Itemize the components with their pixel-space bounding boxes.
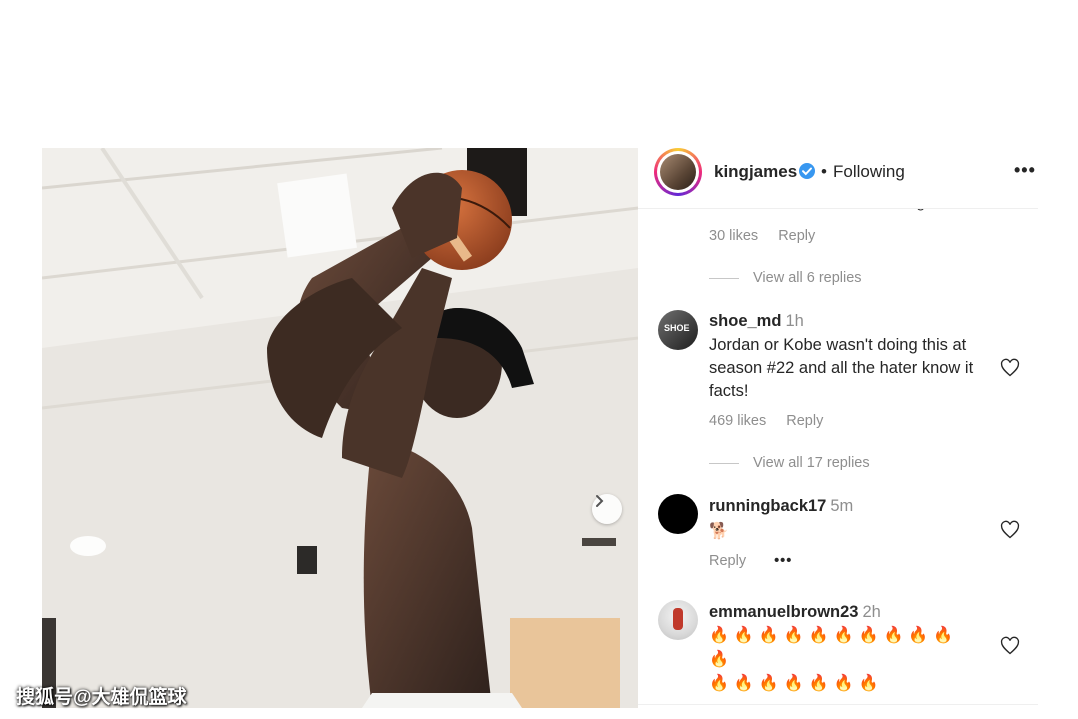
comment-username[interactable]: shoe_md 1h [709,312,804,331]
comment-text: Jordan or Kobe wasn't doing this at seas… [709,336,974,400]
comment-time: 2h [862,603,881,621]
comment-options-icon[interactable]: ••• [774,553,792,569]
reply-button[interactable]: Reply [709,553,746,569]
like-heart-icon[interactable] [1000,636,1020,656]
post-image [42,148,638,708]
post-photo-illustration [42,148,638,708]
comment-username[interactable]: emmanuelbrown23 2h [709,603,881,622]
post-header: kingjames • Following ••• [638,148,1038,209]
comment-meta: 30 likes Reply [709,228,815,244]
reply-button[interactable]: Reply [786,413,823,429]
header-separator: • [821,162,827,181]
avatar[interactable]: SHOE [658,310,698,350]
replies-divider [709,277,739,279]
comments-panel: kingjames • Following ••• Derek Fisher i… [638,148,1038,719]
comment-username[interactable]: runningback17 5m [709,497,853,516]
profile-avatar[interactable] [654,148,702,196]
header-username[interactable]: kingjames [714,162,797,182]
verified-badge-icon [799,163,815,179]
following-button[interactable]: Following [833,162,905,182]
comment-text-line: 🔥🔥🔥🔥🔥🔥🔥🔥🔥🔥🔥 [709,627,959,668]
like-count[interactable]: 30 likes [709,228,758,244]
like-heart-icon[interactable] [1000,358,1020,378]
replies-divider [709,462,739,464]
watermark: 搜狐号@大雄侃篮球 [16,687,187,708]
comment-text: 🐕 [709,523,729,540]
next-image-button[interactable] [592,494,622,524]
comment-time: 5m [830,497,854,515]
more-options-icon[interactable]: ••• [1014,160,1036,181]
like-heart-icon[interactable] [1000,520,1020,540]
comment-meta: Reply ••• [709,553,792,569]
comment-meta: 469 likes Reply [709,413,823,429]
reply-button[interactable]: Reply [778,228,815,244]
view-replies-link[interactable]: View all 6 replies [709,270,862,286]
view-replies-link[interactable]: View all 17 replies [709,455,870,471]
avatar[interactable] [658,600,698,640]
comment-text-line: 🔥🔥🔥🔥🔥🔥🔥 [709,675,884,692]
avatar[interactable] [658,494,698,534]
comment-time: 1h [785,312,804,330]
action-bar [638,704,1038,719]
like-count[interactable]: 469 likes [709,413,766,429]
chevron-right-icon [596,495,604,507]
comment-text: 🔥🔥🔥🔥🔥🔥🔥🔥🔥🔥🔥 🔥🔥🔥🔥🔥🔥🔥 [709,624,979,696]
